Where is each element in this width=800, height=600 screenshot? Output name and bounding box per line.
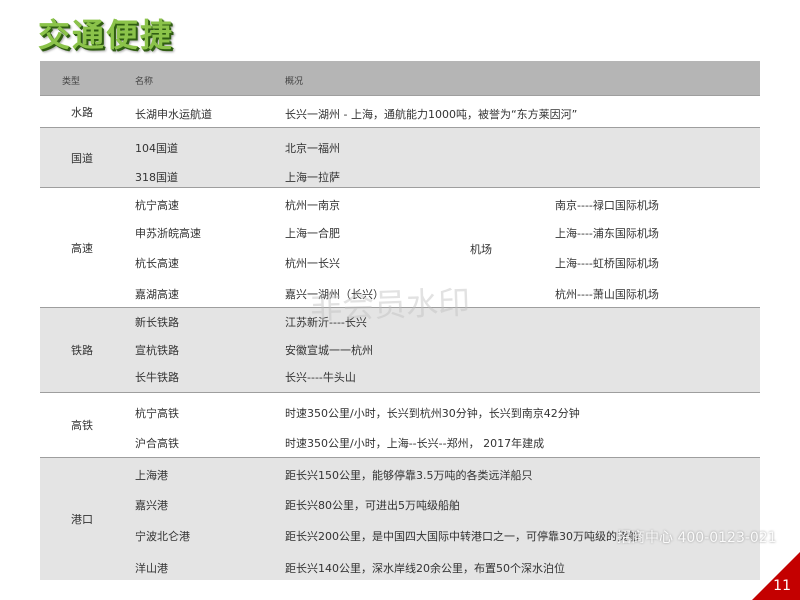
group-high-speed-rail: 高铁 杭宁高铁 时速350公里/小时，长兴到杭州30分钟，长兴到南京42分钟 沪… [40,392,760,457]
header-desc: 概况 [285,77,304,87]
row-name: 104国道 [135,142,178,155]
transport-table: 类型 名称 概况 水路 长湖申水运航道 长兴一湖州 - 上海，通航能力1000吨… [40,61,760,580]
row-name: 杭宁高速 [135,199,179,212]
group-type-label: 铁路 [71,344,93,357]
row-name: 宣杭铁路 [135,344,179,357]
group-railway: 铁路 新长铁路 江苏新沂----长兴 宣杭铁路 安徽宣城一一杭州 长牛铁路 长兴… [40,307,760,392]
group-national-road: 国道 104国道 北京一福州 318国道 上海一拉萨 [40,127,760,187]
row-name: 杭长高速 [135,257,179,270]
group-waterway: 水路 长湖申水运航道 长兴一湖州 - 上海，通航能力1000吨，被誉为“东方莱因… [40,95,760,127]
row-desc: 长兴一湖州 - 上海，通航能力1000吨，被誉为“东方莱因河” [285,108,578,121]
row-name: 沪合高铁 [135,437,179,450]
row-desc: 距长兴200公里，是中国四大国际中转港口之一，可停靠30万吨级的货船 [285,530,639,543]
group-type-label: 高铁 [71,419,93,432]
row-name: 嘉湖高速 [135,288,179,301]
row-desc: 北京一福州 [285,142,340,155]
row-name: 318国道 [135,171,178,184]
row-airport: 杭州----萧山国际机场 [555,288,659,301]
group-type-label: 港口 [71,513,93,526]
row-desc: 距长兴80公里，可进出5万吨级船舶 [285,499,460,512]
row-name: 长湖申水运航道 [135,108,212,121]
header-type: 类型 [62,77,81,87]
row-desc: 上海一合肥 [285,227,340,240]
row-name: 长牛铁路 [135,371,179,384]
row-name: 新长铁路 [135,316,179,329]
row-airport: 上海----虹桥国际机场 [555,257,659,270]
row-airport: 上海----浦东国际机场 [555,227,659,240]
page-title: 交通便捷 [38,16,175,54]
page-number: 11 [773,578,791,594]
group-type-label: 水路 [71,105,93,119]
row-desc: 时速350公里/小时，上海--长兴--郑州， 2017年建成 [285,437,545,450]
group-type-label: 高速 [71,241,93,255]
row-desc: 距长兴140公里，深水岸线20余公里，布置50个深水泊位 [285,562,565,575]
airport-label: 机场 [470,243,492,256]
group-port: 港口 上海港 距长兴150公里，能够停靠3.5万吨的各类远洋船只 嘉兴港 距长兴… [40,457,760,580]
row-name: 申苏浙皖高速 [135,227,201,240]
row-airport: 南京----禄口国际机场 [555,199,659,212]
row-desc: 时速350公里/小时，长兴到杭州30分钟，长兴到南京42分钟 [285,407,580,420]
row-name: 宁波北仑港 [135,530,190,543]
group-type-label: 国道 [71,151,93,165]
hotline-watermark: 招商中心 400-0123-021 [617,530,777,546]
row-desc: 距长兴150公里，能够停靠3.5万吨的各类远洋船只 [285,469,533,482]
row-desc: 安徽宣城一一杭州 [285,344,373,357]
row-desc: 杭州一南京 [285,199,340,212]
table-header: 类型 名称 概况 [40,61,760,95]
row-desc: 杭州一长兴 [285,257,340,270]
row-name: 洋山港 [135,562,168,575]
header-name: 名称 [135,77,154,87]
row-name: 上海港 [135,469,168,482]
row-desc: 长兴----牛头山 [285,371,356,384]
row-desc: 上海一拉萨 [285,171,340,184]
row-desc: 江苏新沂----长兴 [285,316,367,329]
group-expressway: 高速 机场 杭宁高速 杭州一南京 南京----禄口国际机场 申苏浙皖高速 上海一… [40,187,760,307]
row-name: 杭宁高铁 [135,407,179,420]
row-name: 嘉兴港 [135,499,168,512]
row-desc: 嘉兴一湖州（长兴） [285,288,384,301]
